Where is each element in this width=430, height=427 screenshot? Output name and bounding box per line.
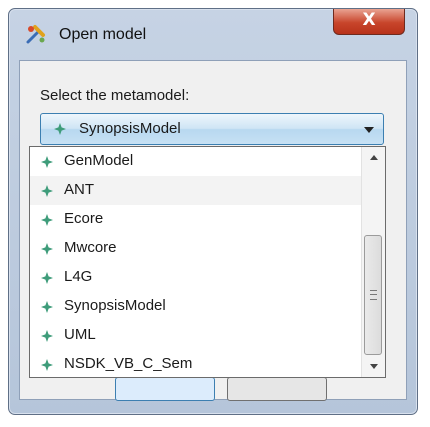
list-item-genmodel[interactable]: GenModel <box>30 147 361 176</box>
diamond-sparkle-icon <box>41 359 53 371</box>
arrow-up-icon <box>370 155 378 160</box>
list-item-label: Ecore <box>64 210 104 227</box>
window-title: Open model <box>59 26 147 43</box>
dropdown-items: GenModel ANT Ecore Mwcore L4G SynopsisMo… <box>30 147 361 379</box>
list-item-ant[interactable]: ANT <box>30 176 361 205</box>
list-item-nsdk-vb-c-sem[interactable]: NSDK_VB_C_Sem <box>30 350 361 379</box>
diamond-sparkle-icon <box>41 156 53 168</box>
list-item-synopsismodel[interactable]: SynopsisModel <box>30 292 361 321</box>
chevron-down-icon[interactable] <box>364 127 374 133</box>
list-item-uml[interactable]: UML <box>30 321 361 350</box>
list-scrollbar[interactable] <box>361 147 385 377</box>
diamond-sparkle-icon <box>41 185 53 197</box>
diamond-sparkle-icon <box>41 330 53 342</box>
diamond-sparkle-icon <box>41 243 53 255</box>
arrow-down-icon <box>370 364 378 369</box>
scroll-up-button[interactable] <box>362 147 385 167</box>
close-button[interactable]: X <box>333 9 405 35</box>
grip-icon <box>370 290 377 300</box>
scroll-down-button[interactable] <box>362 357 385 377</box>
close-icon: X <box>362 10 376 30</box>
list-item-label: SynopsisModel <box>64 297 166 314</box>
list-item-label: UML <box>64 326 96 343</box>
list-item-label: L4G <box>64 268 93 285</box>
diamond-sparkle-icon <box>41 272 53 284</box>
title-bar[interactable]: Open model X <box>9 9 417 61</box>
metamodel-dropdown-list[interactable]: GenModel ANT Ecore Mwcore L4G SynopsisMo… <box>29 146 386 378</box>
tools-icon <box>26 25 45 44</box>
ok-button[interactable] <box>115 377 215 401</box>
scrollbar-thumb[interactable] <box>364 235 382 355</box>
metamodel-combobox[interactable]: SynopsisModel <box>40 113 384 145</box>
list-item-label: Mwcore <box>64 239 117 256</box>
cancel-button[interactable] <box>227 377 327 401</box>
metamodel-label: Select the metamodel: <box>40 87 190 104</box>
diamond-sparkle-icon <box>41 214 53 226</box>
list-item-label: NSDK_VB_C_Sem <box>64 355 193 372</box>
list-item-ecore[interactable]: Ecore <box>30 205 361 234</box>
list-item-label: GenModel <box>64 152 134 169</box>
combobox-selected-value: SynopsisModel <box>79 120 181 137</box>
list-item-l4g[interactable]: L4G <box>30 263 361 292</box>
list-item-mwcore[interactable]: Mwcore <box>30 234 361 263</box>
diamond-sparkle-icon <box>41 301 53 313</box>
diamond-sparkle-icon <box>54 123 66 135</box>
list-item-label: ANT <box>64 181 94 198</box>
